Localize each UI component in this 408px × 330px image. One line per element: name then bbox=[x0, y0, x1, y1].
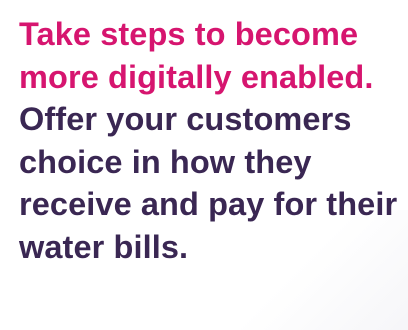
callout-text: Take steps to become more digitally enab… bbox=[19, 13, 405, 268]
body-text: Offer your customers choice in how they … bbox=[19, 101, 398, 265]
highlight-text: Take steps to become more digitally enab… bbox=[19, 16, 374, 95]
